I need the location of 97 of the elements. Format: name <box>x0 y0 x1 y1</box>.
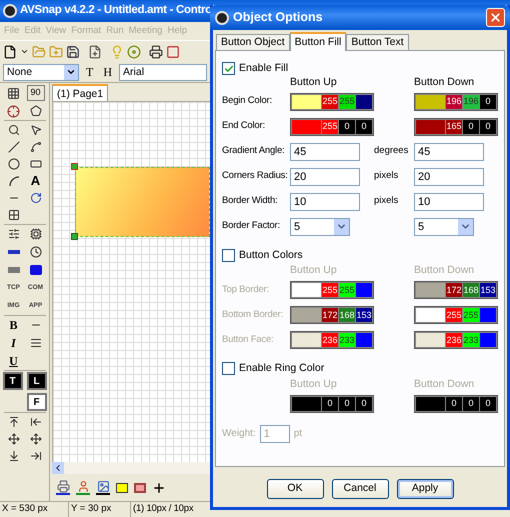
color-channel: 255 <box>322 283 338 297</box>
text-field[interactable]: 10 <box>290 192 360 210</box>
color-channel: 0 <box>339 120 355 134</box>
text-mode-button[interactable]: F <box>26 393 46 411</box>
tab[interactable]: Button Object <box>216 34 290 50</box>
color-channel: 0 <box>446 396 462 410</box>
checkbox-label[interactable]: Enable Fill <box>239 61 288 77</box>
color-picker[interactable]: 255 255 <box>290 281 374 299</box>
color-picker[interactable]: 255 255 <box>414 306 498 324</box>
dialog-title: Object Options <box>233 9 324 26</box>
color-channel: 168 <box>339 308 355 322</box>
color-channel: 0 <box>480 94 496 108</box>
color-channel: 0 <box>463 396 479 410</box>
dropdown[interactable]: 5 <box>414 218 474 236</box>
color-channel: 168 <box>463 283 479 297</box>
unit-label: pixels <box>374 194 400 208</box>
color-channel: 255 <box>339 283 355 297</box>
color-channel: 233 <box>339 333 355 347</box>
field-label: Button Face: <box>222 332 274 347</box>
field-label: Top Border: <box>222 282 270 297</box>
style-tool[interactable]: I <box>4 335 22 351</box>
unit-label: degrees <box>374 144 410 158</box>
field-label: Begin Color: <box>222 94 273 108</box>
color-channel: 0 <box>356 120 372 134</box>
field-label: Border Factor: <box>222 219 281 234</box>
color-channel: 233 <box>463 333 479 347</box>
color-channel: 0 <box>463 120 479 134</box>
zoom-tool[interactable]: 90 <box>26 85 44 101</box>
column-header: Button Up <box>290 74 338 90</box>
color-channel: 236 <box>446 333 462 347</box>
text-tool[interactable]: A <box>26 173 44 189</box>
column-header: Button Up <box>290 376 338 392</box>
column-header: Button Down <box>414 74 476 90</box>
tab[interactable]: Button Text <box>346 34 409 50</box>
text-field[interactable]: 45 <box>290 142 360 160</box>
color-channel: 255 <box>322 120 338 134</box>
text-field[interactable]: 20 <box>414 168 484 186</box>
color-channel: 0 <box>480 396 496 410</box>
format-button[interactable]: T <box>83 63 96 81</box>
color-channel: 153 <box>480 283 496 297</box>
field-label: Bottom Border: <box>222 308 284 322</box>
color-channel: 153 <box>356 308 372 322</box>
color-picker[interactable]: 0 0 0 <box>290 394 374 412</box>
color-channel: 165 <box>446 120 462 134</box>
color-picker[interactable]: 172 168 153 <box>290 306 374 324</box>
color-channel: 236 <box>322 333 338 347</box>
color-channel: 255 <box>322 94 338 108</box>
text-mode-button[interactable]: L <box>26 372 46 390</box>
style-tool[interactable]: U <box>4 353 22 369</box>
color-channel: 172 <box>322 308 338 322</box>
style-tool[interactable]: B <box>4 317 22 333</box>
color-picker[interactable]: 255 0 0 <box>290 118 374 136</box>
style-dropdown[interactable]: None <box>3 64 79 80</box>
text-mode-button[interactable]: T <box>2 372 22 390</box>
format-button[interactable]: H <box>100 63 116 81</box>
column-header: Button Down <box>414 376 476 392</box>
field-label: End Color: <box>222 119 266 134</box>
text-field[interactable]: 20 <box>290 168 360 186</box>
color-picker[interactable]: 0 0 0 <box>414 394 498 412</box>
color-channel: 0 <box>356 396 372 410</box>
unit-label: pt <box>294 427 302 441</box>
checkbox-label[interactable]: Enable Ring Color <box>239 361 324 377</box>
color-picker[interactable]: 236 233 <box>290 331 374 349</box>
color-channel: 255 <box>446 308 462 322</box>
color-picker[interactable]: 255 255 <box>290 92 374 110</box>
checkbox-label[interactable]: Button Colors <box>239 248 303 264</box>
color-picker[interactable]: 196 196 0 <box>414 92 498 110</box>
dialog-button[interactable]: Apply <box>396 479 454 499</box>
page-tab[interactable]: (1) Page1 <box>52 84 108 101</box>
dialog-button[interactable]: Cancel <box>332 479 388 499</box>
status-text: Y = 30 px <box>68 502 130 517</box>
field-label: Border Width: <box>222 194 278 208</box>
field-label: Corners Radius: <box>222 169 289 184</box>
tab[interactable]: Button Fill <box>290 32 346 51</box>
text-field[interactable]: 45 <box>414 142 484 160</box>
color-channel: 255 <box>339 94 355 108</box>
color-channel: 196 <box>446 94 462 108</box>
unit-label: pixels <box>374 169 400 184</box>
color-picker[interactable]: 165 0 0 <box>414 118 498 136</box>
color-channel: 0 <box>480 120 496 134</box>
color-channel: 172 <box>446 283 462 297</box>
font-field[interactable]: Arial <box>119 64 207 80</box>
status-text: (1) 10px / 10px <box>130 502 196 517</box>
color-channel: 0 <box>339 396 355 410</box>
field-label: Weight: <box>222 427 256 441</box>
column-header: Button Up <box>290 263 338 278</box>
dropdown[interactable]: 5 <box>290 218 350 236</box>
text-field[interactable]: 10 <box>414 192 484 210</box>
color-picker[interactable]: 236 233 <box>414 331 498 349</box>
status-text: X = 530 px <box>1 502 49 516</box>
color-channel: 255 <box>463 308 479 322</box>
dialog-button[interactable]: OK <box>266 479 324 499</box>
color-picker[interactable]: 172 168 153 <box>414 281 498 299</box>
color-channel: 196 <box>463 94 479 108</box>
color-channel: 0 <box>322 396 338 410</box>
field-label: Gradient Angle: <box>222 144 286 158</box>
column-header: Button Down <box>414 263 476 278</box>
